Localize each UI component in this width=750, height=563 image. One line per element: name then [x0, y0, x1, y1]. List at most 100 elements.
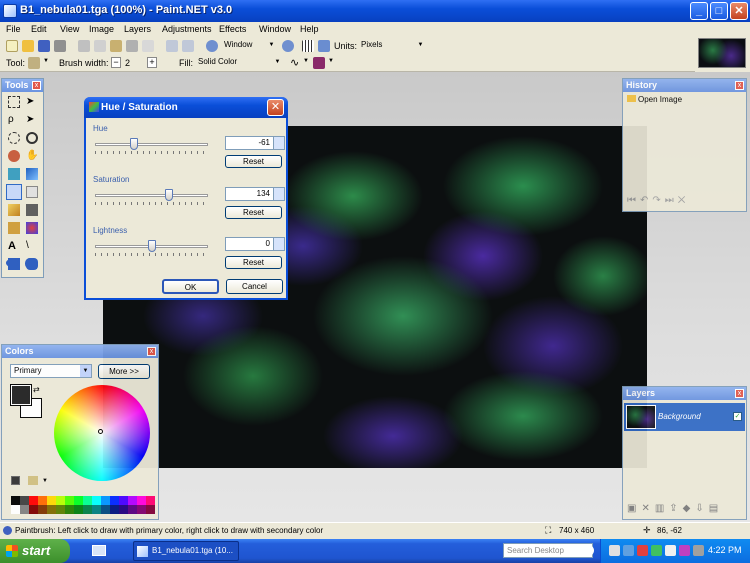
- hue-slider-thumb[interactable]: [129, 138, 138, 150]
- antialias-icon[interactable]: ∿: [290, 56, 299, 69]
- history-item[interactable]: Open Image: [627, 95, 682, 104]
- start-button[interactable]: start: [0, 539, 70, 563]
- palette-swatch[interactable]: [38, 496, 47, 505]
- freeform-shape-icon[interactable]: [25, 258, 37, 269]
- crop-icon[interactable]: [126, 40, 138, 52]
- palette-swatch[interactable]: [20, 505, 29, 514]
- redo-icon[interactable]: [182, 40, 194, 52]
- eraser-icon[interactable]: [26, 186, 38, 198]
- recolor-icon[interactable]: [26, 222, 38, 234]
- palette-swatch[interactable]: [38, 505, 47, 514]
- spinner-icon[interactable]: [273, 238, 284, 250]
- hue-reset-button[interactable]: Reset: [225, 155, 282, 168]
- history-controls[interactable]: ⏮↶↷⏭✕: [627, 195, 689, 206]
- close-icon[interactable]: x: [735, 389, 744, 398]
- menu-effects[interactable]: Effects: [219, 24, 246, 34]
- paintbrush-tool-icon[interactable]: [6, 184, 22, 200]
- grid-icon[interactable]: [302, 40, 314, 52]
- menu-layers[interactable]: Layers: [124, 24, 151, 34]
- palette-swatch[interactable]: [74, 496, 83, 505]
- palette-swatch[interactable]: [74, 505, 83, 514]
- layer-controls[interactable]: ▣✕▥⇪◆⇩▤: [627, 503, 723, 514]
- move-selection-icon[interactable]: ➤: [26, 96, 38, 108]
- lightness-input[interactable]: 0: [225, 237, 285, 251]
- menu-view[interactable]: View: [60, 24, 79, 34]
- palette-swatch[interactable]: [92, 505, 101, 514]
- tray-icon[interactable]: [609, 545, 620, 556]
- new-icon[interactable]: [6, 40, 18, 52]
- cancel-button[interactable]: Cancel: [226, 279, 283, 294]
- pan-icon[interactable]: ✋: [26, 150, 38, 162]
- palette-swatch[interactable]: [11, 496, 20, 505]
- palette-swatch[interactable]: [20, 496, 29, 505]
- rulers-icon[interactable]: [318, 40, 330, 52]
- reset-colors-icon[interactable]: [11, 476, 20, 485]
- palette-swatch[interactable]: [137, 505, 146, 514]
- palette-swatch[interactable]: [119, 496, 128, 505]
- palette-swatch[interactable]: [83, 505, 92, 514]
- move-icon[interactable]: ➤: [26, 114, 38, 126]
- layer-row[interactable]: Background ✓: [624, 403, 745, 431]
- layer-visible-checkbox[interactable]: ✓: [733, 412, 742, 421]
- taskbar-button-paintnet[interactable]: B1_nebula01.tga (10...: [133, 541, 239, 561]
- line-icon[interactable]: \: [26, 240, 38, 252]
- hue-slider-track[interactable]: [95, 143, 208, 146]
- color-wheel-cursor[interactable]: [98, 429, 103, 434]
- saturation-slider-thumb[interactable]: [165, 189, 174, 201]
- menu-image[interactable]: Image: [89, 24, 114, 34]
- dialog-close-button[interactable]: ✕: [267, 99, 284, 116]
- palette-swatch[interactable]: [101, 505, 110, 514]
- palette-swatch[interactable]: [29, 505, 38, 514]
- undo-icon[interactable]: [166, 40, 178, 52]
- palette-swatch[interactable]: [29, 496, 38, 505]
- pencil-icon[interactable]: [8, 204, 20, 216]
- saturation-reset-button[interactable]: Reset: [225, 206, 282, 219]
- color-mode-dropdown[interactable]: Primary ▼: [10, 364, 92, 378]
- menu-adjustments[interactable]: Adjustments: [162, 24, 212, 34]
- lightness-reset-button[interactable]: Reset: [225, 256, 282, 269]
- zoom-tool-icon[interactable]: [26, 132, 38, 144]
- ellipse-icon[interactable]: [6, 259, 18, 267]
- search-desktop-input[interactable]: Search Desktop: [503, 543, 593, 558]
- volume-icon[interactable]: [693, 545, 704, 556]
- rectangle-select-icon[interactable]: [8, 96, 20, 108]
- close-button[interactable]: ✕: [730, 2, 748, 20]
- palette-swatch[interactable]: [146, 505, 155, 514]
- palette-swatch[interactable]: [110, 505, 119, 514]
- brush-width-value[interactable]: 2: [125, 58, 130, 68]
- palette-swatch[interactable]: [119, 505, 128, 514]
- palette-swatch[interactable]: [65, 496, 74, 505]
- tray-icon[interactable]: [679, 545, 690, 556]
- paste-icon[interactable]: [110, 40, 122, 52]
- palette-swatch[interactable]: [110, 496, 119, 505]
- save-icon[interactable]: [38, 40, 50, 52]
- tray-icon[interactable]: [637, 545, 648, 556]
- menu-file[interactable]: File: [6, 24, 21, 34]
- palette-swatch[interactable]: [11, 505, 20, 514]
- units-dropdown[interactable]: Pixels ▼: [358, 39, 426, 53]
- ok-button[interactable]: OK: [162, 279, 219, 294]
- tray-icon[interactable]: [651, 545, 662, 556]
- close-icon[interactable]: x: [735, 81, 744, 90]
- zoom-icon[interactable]: [206, 40, 218, 52]
- magic-wand-icon[interactable]: [8, 150, 20, 162]
- primary-color-swatch[interactable]: [10, 384, 32, 406]
- minimize-button[interactable]: _: [690, 2, 708, 20]
- swap-colors-icon[interactable]: ⇄: [33, 385, 40, 394]
- print-icon[interactable]: [54, 40, 66, 52]
- tray-icon[interactable]: [665, 545, 676, 556]
- palette-swatch[interactable]: [47, 496, 56, 505]
- ellipse-select-icon[interactable]: [8, 132, 20, 144]
- gradient-icon[interactable]: [26, 168, 38, 180]
- spinner-icon[interactable]: [273, 137, 284, 149]
- tray-icon[interactable]: [623, 545, 634, 556]
- menu-window[interactable]: Window: [259, 24, 291, 34]
- saturation-input[interactable]: 134: [225, 187, 285, 201]
- copy-icon[interactable]: [94, 40, 106, 52]
- palette-swatch[interactable]: [65, 505, 74, 514]
- close-icon[interactable]: x: [147, 347, 156, 356]
- clone-stamp-icon[interactable]: [8, 222, 20, 234]
- palette-swatch[interactable]: [92, 496, 101, 505]
- palette-swatch[interactable]: [137, 496, 146, 505]
- menu-help[interactable]: Help: [300, 24, 319, 34]
